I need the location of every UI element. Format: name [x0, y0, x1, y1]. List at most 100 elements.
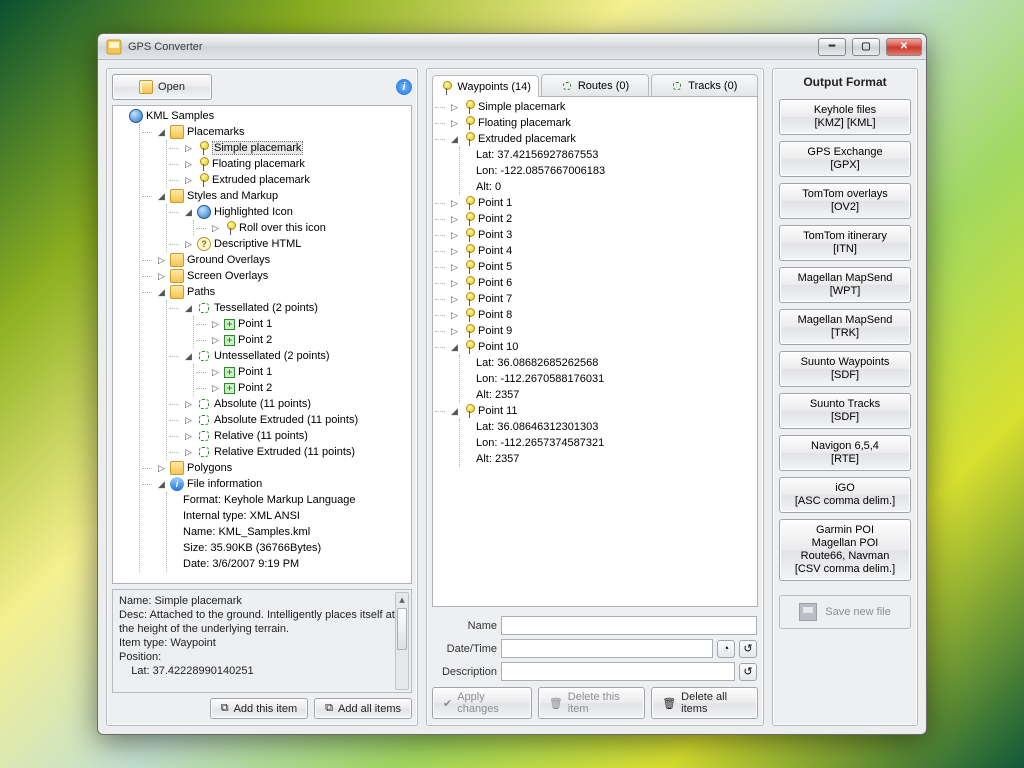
item-point[interactable]: Point 2	[238, 334, 272, 346]
app-window: GPS Converter ━ ▢ ✕ Open i KML Samples ◢…	[97, 33, 927, 735]
clock-icon[interactable]: ◔	[717, 640, 735, 658]
fileinfo-size: Size: 35.90KB (36766Bytes)	[183, 542, 321, 554]
details-position: Position:	[119, 650, 405, 664]
disk-icon	[799, 603, 817, 621]
folder-open-icon	[139, 80, 153, 94]
point-icon: +	[224, 335, 235, 346]
pin-icon	[197, 141, 209, 155]
path-icon	[671, 80, 683, 92]
wp-item[interactable]: Point 3	[478, 229, 512, 241]
folder-polygons[interactable]: Polygons	[187, 462, 232, 474]
add-all-items-button[interactable]: ⧉ Add all items	[314, 698, 412, 719]
tree-root[interactable]: KML Samples	[146, 110, 214, 122]
item-point[interactable]: Point 1	[238, 318, 272, 330]
scroll-thumb[interactable]	[397, 608, 407, 650]
format-trk[interactable]: Magellan MapSend [TRK]	[779, 309, 911, 345]
item-point[interactable]: Point 1	[238, 366, 272, 378]
pin-icon	[463, 308, 475, 322]
wp-item[interactable]: Simple placemark	[478, 101, 565, 113]
folder-placemarks[interactable]: Placemarks	[187, 126, 244, 138]
source-tree[interactable]: KML Samples ◢Placemarks ▷Simple placemar…	[112, 105, 412, 584]
item-tessellated[interactable]: Tessellated (2 points)	[214, 302, 318, 314]
item-descriptive-html[interactable]: Descriptive HTML	[214, 238, 301, 250]
revert-icon[interactable]: ↺	[739, 640, 757, 658]
revert-icon[interactable]: ↺	[739, 663, 757, 681]
name-label: Name	[433, 620, 497, 632]
folder-paths[interactable]: Paths	[187, 286, 215, 298]
wp-item[interactable]: Point 5	[478, 261, 512, 273]
tab-routes[interactable]: Routes (0)	[541, 74, 648, 96]
wp-item[interactable]: Point 2	[478, 213, 512, 225]
item-roll-over[interactable]: Roll over this icon	[239, 222, 326, 234]
folder-fileinfo[interactable]: File information	[187, 478, 262, 490]
tab-tracks[interactable]: Tracks (0)	[651, 74, 758, 96]
format-itn[interactable]: TomTom itinerary [ITN]	[779, 225, 911, 261]
pin-icon	[463, 244, 475, 258]
format-wpt[interactable]: Magellan MapSend [WPT]	[779, 267, 911, 303]
close-button[interactable]: ✕	[886, 38, 922, 56]
folder-styles[interactable]: Styles and Markup	[187, 190, 278, 202]
pin-icon	[463, 340, 475, 354]
save-new-file-button[interactable]: Save new file	[779, 595, 911, 629]
add-icon: ⧉	[221, 702, 229, 715]
tab-waypoints[interactable]: Waypoints (14)	[432, 75, 539, 97]
pin-icon	[197, 173, 209, 187]
minimize-button[interactable]: ━	[818, 38, 846, 56]
app-icon	[106, 39, 122, 55]
wp-item[interactable]: Point 8	[478, 309, 512, 321]
item-extruded-placemark[interactable]: Extruded placemark	[212, 174, 310, 186]
datetime-input[interactable]	[501, 639, 713, 658]
name-input[interactable]	[501, 616, 757, 635]
item-relative[interactable]: Relative (11 points)	[214, 430, 308, 442]
format-asc[interactable]: iGO [ASC comma delim.]	[779, 477, 911, 513]
wp-item[interactable]: Point 10	[478, 341, 518, 353]
format-kml[interactable]: Keyhole files [KMZ] [KML]	[779, 99, 911, 135]
wp-item[interactable]: Point 9	[478, 325, 512, 337]
add-this-item-button[interactable]: ⧉ Add this item	[210, 698, 308, 719]
wp-item[interactable]: Point 11	[478, 405, 518, 417]
folder-icon	[170, 269, 184, 283]
datetime-label: Date/Time	[433, 643, 497, 655]
item-absolute-extruded[interactable]: Absolute Extruded (11 points)	[214, 414, 358, 426]
item-untessellated[interactable]: Untessellated (2 points)	[214, 350, 330, 362]
maximize-button[interactable]: ▢	[852, 38, 880, 56]
path-icon	[197, 429, 211, 443]
folder-screen-overlays[interactable]: Screen Overlays	[187, 270, 268, 282]
open-button[interactable]: Open	[112, 74, 212, 100]
scroll-up-icon[interactable]: ▴	[396, 593, 408, 607]
info-icon[interactable]: i	[396, 79, 412, 95]
details-scrollbar[interactable]: ▴	[395, 592, 409, 690]
wp-item[interactable]: Floating placemark	[478, 117, 571, 129]
delete-this-item-button[interactable]: 🗑Delete this item	[538, 687, 645, 719]
waypoints-tree[interactable]: ▷Simple placemark ▷Floating placemark ◢E…	[432, 96, 758, 607]
path-icon	[197, 413, 211, 427]
item-simple-placemark[interactable]: Simple placemark	[212, 141, 303, 155]
help-icon: ?	[197, 237, 211, 251]
item-point[interactable]: Point 2	[238, 382, 272, 394]
apply-changes-button[interactable]: ✔Apply changes	[432, 687, 532, 719]
wp-item[interactable]: Point 6	[478, 277, 512, 289]
folder-ground-overlays[interactable]: Ground Overlays	[187, 254, 270, 266]
item-relative-extruded[interactable]: Relative Extruded (11 points)	[214, 446, 355, 458]
format-ov2[interactable]: TomTom overlays [OV2]	[779, 183, 911, 219]
delete-all-items-button[interactable]: 🗑Delete all items	[651, 687, 758, 719]
wp-alt: Alt: 2357	[476, 453, 519, 465]
wp-item[interactable]: Point 4	[478, 245, 512, 257]
fileinfo-date: Date: 3/6/2007 9:19 PM	[183, 558, 299, 570]
titlebar[interactable]: GPS Converter ━ ▢ ✕	[98, 34, 926, 60]
wp-item[interactable]: Point 1	[478, 197, 512, 209]
item-highlighted-icon[interactable]: Highlighted Icon	[214, 206, 293, 218]
format-sdf-trk[interactable]: Suunto Tracks [SDF]	[779, 393, 911, 429]
pin-icon	[463, 132, 475, 146]
item-absolute[interactable]: Absolute (11 points)	[214, 398, 311, 410]
pin-icon	[463, 116, 475, 130]
trash-icon: 🗑	[662, 697, 676, 710]
description-input[interactable]	[501, 662, 735, 681]
format-csv[interactable]: Garmin POI Magellan POI Route66, Navman …	[779, 519, 911, 581]
wp-item[interactable]: Extruded placemark	[478, 133, 576, 145]
format-gpx[interactable]: GPS Exchange [GPX]	[779, 141, 911, 177]
format-sdf-wp[interactable]: Suunto Waypoints [SDF]	[779, 351, 911, 387]
item-floating-placemark[interactable]: Floating placemark	[212, 158, 305, 170]
wp-item[interactable]: Point 7	[478, 293, 512, 305]
format-rte[interactable]: Navigon 6,5,4 [RTE]	[779, 435, 911, 471]
